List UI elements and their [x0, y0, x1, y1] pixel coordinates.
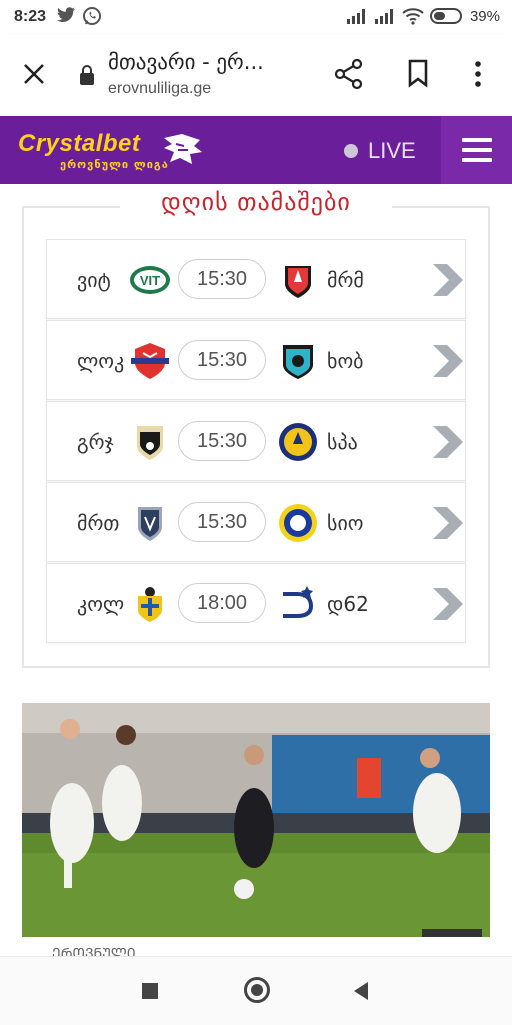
chevron-right-icon[interactable] [431, 262, 465, 298]
sio-badge-icon [279, 504, 317, 542]
football-match-photo [22, 703, 490, 937]
away-team: ხობ [327, 349, 364, 373]
vit-badge-icon: VIT [130, 266, 170, 294]
khob-badge-icon [283, 345, 313, 379]
whatsapp-icon [83, 7, 101, 25]
tiger-logo-icon [164, 134, 202, 164]
mrm-badge-icon [285, 266, 311, 298]
away-team: სპა [327, 430, 358, 454]
twitter-icon [57, 7, 75, 23]
lock-icon [80, 65, 94, 85]
close-icon[interactable] [20, 60, 48, 88]
page-url[interactable]: erovnuliliga.ge [108, 80, 211, 98]
match-time: 15:30 [178, 340, 266, 380]
home-team: ლოკ [77, 349, 125, 373]
match-time: 15:30 [178, 259, 266, 299]
match-time: 15:30 [178, 502, 266, 542]
league-sublogo: ეროვნული ლიგა [60, 158, 169, 171]
site-header: Crystalbet ეროვნული ლიგა LIVE [0, 116, 512, 184]
signal-icon-2 [374, 9, 393, 24]
article-caption[interactable]: ᲔᲠᲝᲕᲜᲣᲚᲘ [52, 944, 136, 956]
status-time: 8:23 [14, 8, 47, 25]
status-right: 39% [346, 7, 500, 25]
more-options-icon[interactable] [470, 58, 486, 90]
hamburger-icon [461, 138, 492, 162]
svg-text:VIT: VIT [140, 273, 160, 288]
battery-icon [429, 8, 462, 24]
away-team: სიო [327, 511, 364, 535]
article-photo[interactable] [22, 703, 490, 937]
live-label: LIVE [368, 138, 416, 163]
crystalbet-logo[interactable]: Crystalbet [18, 130, 140, 158]
grj-badge-icon [137, 426, 163, 460]
d62-badge-icon [283, 586, 314, 618]
match-row[interactable]: კოლ 18:00 დ62 [46, 563, 466, 643]
signal-icon [346, 9, 365, 24]
lok-badge-icon [131, 343, 169, 379]
home-team: გრჯ [77, 430, 114, 454]
back-icon[interactable] [352, 981, 370, 1001]
match-time: 15:30 [178, 421, 266, 461]
notification-icons [56, 6, 102, 26]
battery-percent: 39% [469, 7, 500, 25]
match-time: 18:00 [178, 583, 266, 623]
share-icon[interactable] [334, 58, 364, 90]
recents-icon[interactable] [142, 983, 158, 999]
system-nav-bar [0, 956, 512, 1025]
chevron-right-icon[interactable] [431, 586, 465, 622]
live-dot-icon [344, 144, 358, 158]
bookmark-icon[interactable] [406, 58, 430, 88]
spa-badge-icon [279, 423, 317, 461]
home-team: ვიტ [77, 268, 111, 292]
chevron-right-icon[interactable] [431, 343, 465, 379]
match-row[interactable]: მრთ 15:30 სიო [46, 482, 466, 562]
away-team: დ62 [327, 592, 369, 616]
home-team: მრთ [77, 511, 120, 535]
chevron-right-icon[interactable] [431, 424, 465, 460]
hamburger-menu-button[interactable] [441, 116, 512, 184]
home-team: კოლ [77, 592, 125, 616]
section-title: დღის თამაშები [120, 188, 392, 216]
match-row[interactable]: გრჯ 15:30 სპა [46, 401, 466, 481]
kol-badge-icon [138, 587, 162, 622]
match-row[interactable]: ვიტ VIT 15:30 მრმ [46, 239, 466, 319]
home-icon[interactable] [244, 977, 270, 1003]
browser-toolbar: მთავარი - ერ... erovnuliliga.ge [0, 34, 512, 116]
match-row[interactable]: ლოკ 15:30 ხობ [46, 320, 466, 400]
chevron-right-icon[interactable] [431, 505, 465, 541]
status-bar: 8:23 39% [0, 0, 512, 34]
live-link[interactable]: LIVE [344, 138, 416, 164]
page-title[interactable]: მთავარი - ერ... [108, 50, 264, 74]
mrt-badge-icon [138, 507, 162, 541]
away-team: მრმ [327, 268, 364, 292]
wifi-icon [402, 8, 424, 25]
